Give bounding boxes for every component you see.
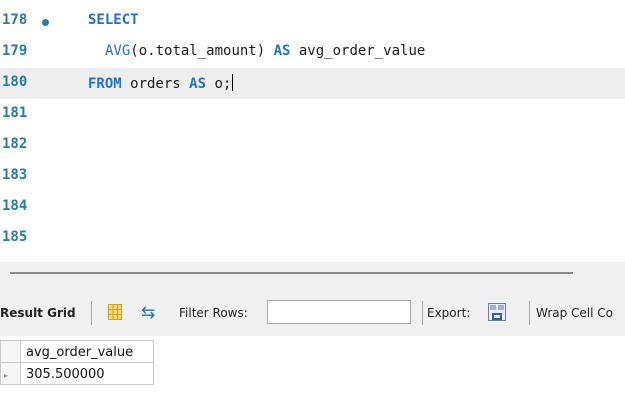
result-toolbar: Result Grid ⇆ Filter Rows: Export: Wrap … bbox=[0, 292, 625, 336]
code-args: (o.total_amount) bbox=[130, 43, 274, 59]
refresh-icon[interactable]: ⇆ bbox=[141, 303, 155, 323]
keyword-from: FROM bbox=[88, 76, 122, 92]
toolbar-divider bbox=[422, 301, 423, 325]
grid-view-icon[interactable] bbox=[108, 304, 122, 320]
table-name: orders bbox=[121, 76, 190, 92]
toolbar-divider bbox=[529, 301, 530, 325]
line-number: 184 bbox=[2, 198, 28, 214]
export-icon[interactable] bbox=[488, 303, 506, 321]
result-grid-tab[interactable]: Result Grid bbox=[0, 306, 76, 320]
line-number: 185 bbox=[2, 229, 28, 245]
panel-splitter[interactable] bbox=[0, 262, 625, 292]
line-number: 180 bbox=[2, 74, 28, 90]
editor-line[interactable]: 182 bbox=[0, 130, 625, 161]
text-cursor bbox=[232, 74, 234, 91]
editor-line[interactable]: 179 AVG(o.total_amount) AS avg_order_val… bbox=[0, 37, 625, 68]
column-alias: avg_order_value bbox=[290, 43, 426, 59]
column-header[interactable]: avg_order_value bbox=[20, 340, 154, 363]
filter-rows-label: Filter Rows: bbox=[179, 306, 248, 320]
line-number: 181 bbox=[2, 105, 28, 121]
line-number: 183 bbox=[2, 167, 28, 183]
row-marker-icon: ▸ bbox=[4, 371, 9, 380]
function-avg: AVG bbox=[105, 43, 131, 59]
column-header-label: avg_order_value bbox=[26, 345, 134, 360]
export-label: Export: bbox=[427, 306, 471, 320]
keyword-select: SELECT bbox=[88, 12, 139, 28]
editor-line[interactable]: 183 bbox=[0, 161, 625, 192]
horizontal-scrollbar[interactable] bbox=[10, 272, 573, 274]
editor-line[interactable]: 178 SELECT bbox=[0, 6, 625, 37]
row-selector[interactable]: ▸ bbox=[0, 362, 21, 385]
line-number: 182 bbox=[2, 136, 28, 152]
sql-editor[interactable]: 178 SELECT 179 AVG(o.total_amount) AS av… bbox=[0, 0, 625, 262]
result-grid: avg_order_value ▸ 305.500000 bbox=[0, 336, 625, 406]
breakpoint-dot-icon bbox=[42, 19, 49, 26]
code-text: FROM orders AS o; bbox=[88, 74, 234, 92]
editor-line[interactable]: 185 bbox=[0, 223, 625, 254]
code-text: AVG(o.total_amount) AS avg_order_value bbox=[105, 43, 425, 59]
keyword-as: AS bbox=[273, 43, 291, 59]
editor-line-current[interactable]: 180 FROM orders AS o; bbox=[0, 68, 625, 99]
wrap-cell-content-button[interactable]: Wrap Cell Co bbox=[536, 306, 613, 320]
line-number: 179 bbox=[2, 43, 28, 59]
filter-rows-input[interactable] bbox=[267, 300, 411, 324]
line-number: 178 bbox=[2, 12, 28, 28]
grid-corner bbox=[0, 340, 21, 363]
toolbar-divider bbox=[91, 301, 92, 325]
editor-line[interactable]: 181 bbox=[0, 99, 625, 130]
keyword-as: AS bbox=[189, 76, 207, 92]
table-alias: o; bbox=[206, 76, 232, 92]
cell-value: 305.500000 bbox=[26, 367, 105, 382]
code-text: SELECT bbox=[88, 12, 139, 28]
table-cell[interactable]: 305.500000 bbox=[20, 362, 154, 385]
editor-line[interactable]: 184 bbox=[0, 192, 625, 223]
